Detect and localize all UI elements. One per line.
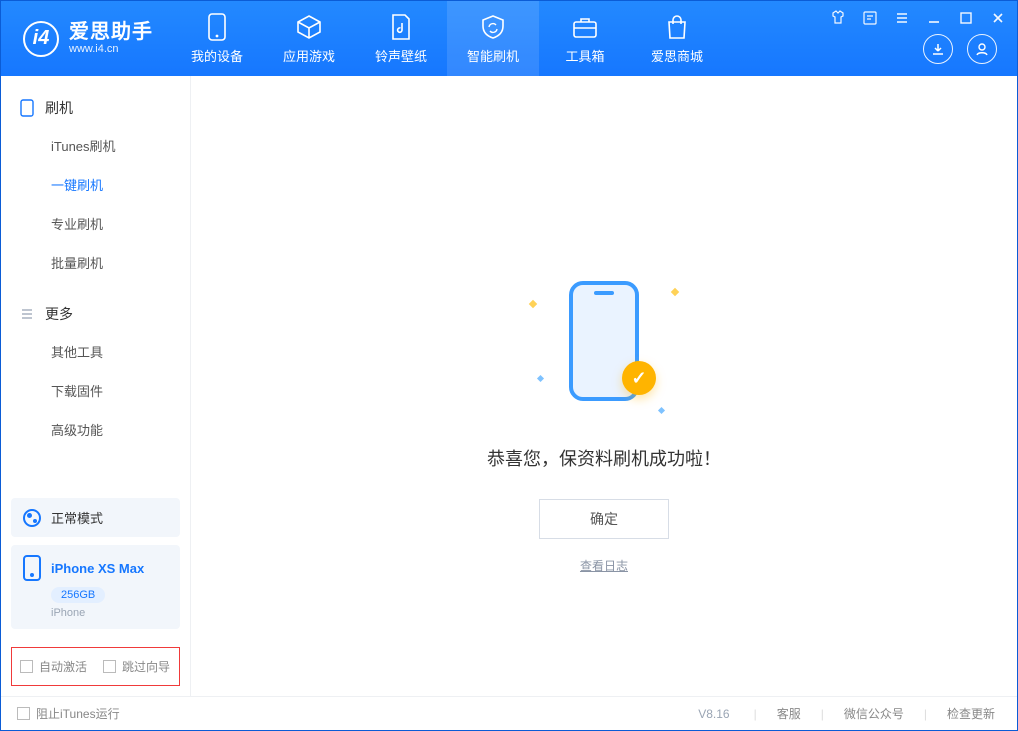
footer: 阻止iTunes运行 V8.16 | 客服 | 微信公众号 | 检查更新 [1,696,1017,730]
tab-store[interactable]: 爱思商城 [631,1,723,76]
wechat-link[interactable]: 微信公众号 [838,705,910,722]
success-illustration: ✓ [524,261,684,421]
tab-label: 应用游戏 [283,46,335,65]
sidebar: 刷机 iTunes刷机 一键刷机 专业刷机 批量刷机 更多 其他工具 下载固件 … [1,76,191,696]
ok-button[interactable]: 确定 [539,499,669,539]
phone-icon [202,12,232,42]
sidebar-item-download-firmware[interactable]: 下载固件 [1,371,190,410]
mode-label: 正常模式 [51,508,103,527]
view-log-link[interactable]: 查看日志 [580,557,628,574]
checkbox-label: 阻止iTunes运行 [36,705,120,722]
cube-icon [294,12,324,42]
skip-guide-checkbox[interactable]: 跳过向导 [103,658,170,675]
brand-subtitle: www.i4.cn [69,43,153,55]
checkbox-icon [20,660,33,673]
sidebar-item-other-tools[interactable]: 其他工具 [1,332,190,371]
app-window: i4 爱思助手 www.i4.cn 我的设备 应用游戏 铃声壁纸 智能刷机 [0,0,1018,731]
brand-logo-icon: i4 [23,21,59,57]
sparkle-icon [529,300,537,308]
auto-activate-checkbox[interactable]: 自动激活 [20,658,87,675]
flash-options-highlight: 自动激活 跳过向导 [11,647,180,686]
tab-smart-flash[interactable]: 智能刷机 [447,1,539,76]
titlebar: i4 爱思助手 www.i4.cn 我的设备 应用游戏 铃声壁纸 智能刷机 [1,1,1017,76]
device-icon [23,555,41,581]
body: 刷机 iTunes刷机 一键刷机 专业刷机 批量刷机 更多 其他工具 下载固件 … [1,76,1017,696]
tab-toolbox[interactable]: 工具箱 [539,1,631,76]
bag-icon [662,12,692,42]
checkbox-icon [103,660,116,673]
feedback-icon[interactable] [859,7,881,29]
checkbox-label: 跳过向导 [122,658,170,675]
sidebar-group-label: 更多 [45,304,73,324]
check-update-link[interactable]: 检查更新 [941,705,1001,722]
refresh-shield-icon [478,12,508,42]
checkbox-icon [17,707,30,720]
device-capacity: 256GB [51,587,105,603]
minimize-button[interactable] [923,7,945,29]
tab-label: 工具箱 [565,46,604,65]
sidebar-item-pro-flash[interactable]: 专业刷机 [1,204,190,243]
mode-icon [23,509,41,527]
sidebar-item-advanced[interactable]: 高级功能 [1,410,190,449]
sparkle-icon [671,288,679,296]
skin-icon[interactable] [827,7,849,29]
list-icon [19,306,35,322]
device-type: iPhone [51,607,168,619]
phone-outline-icon [19,100,35,116]
tab-label: 我的设备 [191,46,243,65]
tab-label: 铃声壁纸 [375,46,427,65]
tab-label: 爱思商城 [651,46,703,65]
block-itunes-checkbox[interactable]: 阻止iTunes运行 [17,705,120,722]
close-button[interactable] [987,7,1009,29]
titlebar-action-circles [923,34,997,64]
brand: i4 爱思助手 www.i4.cn [1,1,171,76]
account-button[interactable] [967,34,997,64]
sidebar-group-more: 更多 [1,296,190,332]
sidebar-item-oneclick-flash[interactable]: 一键刷机 [1,165,190,204]
tab-ringtones[interactable]: 铃声壁纸 [355,1,447,76]
support-link[interactable]: 客服 [771,705,807,722]
check-badge-icon: ✓ [622,361,656,395]
menu-icon[interactable] [891,7,913,29]
sparkle-icon [537,375,544,382]
brand-title: 爱思助手 [69,21,153,43]
download-manager-button[interactable] [923,34,953,64]
maximize-button[interactable] [955,7,977,29]
sidebar-item-itunes-flash[interactable]: iTunes刷机 [1,126,190,165]
status-cards: 正常模式 iPhone XS Max 256GB iPhone [1,488,190,639]
nav-tabs: 我的设备 应用游戏 铃声壁纸 智能刷机 工具箱 爱思商城 [171,1,723,76]
device-card[interactable]: iPhone XS Max 256GB iPhone [11,545,180,629]
main-content: ✓ 恭喜您，保资料刷机成功啦！ 确定 查看日志 [191,76,1017,696]
briefcase-icon [570,12,600,42]
mode-card[interactable]: 正常模式 [11,498,180,537]
version-label: V8.16 [698,707,729,721]
checkbox-label: 自动激活 [39,658,87,675]
sidebar-group-flash: 刷机 [1,90,190,126]
sidebar-item-batch-flash[interactable]: 批量刷机 [1,243,190,282]
sidebar-group-label: 刷机 [45,98,73,118]
tab-label: 智能刷机 [467,46,519,65]
window-controls [827,7,1009,29]
tab-apps[interactable]: 应用游戏 [263,1,355,76]
success-message: 恭喜您，保资料刷机成功啦！ [487,445,721,471]
device-name: iPhone XS Max [51,561,144,576]
tab-my-device[interactable]: 我的设备 [171,1,263,76]
music-file-icon [386,12,416,42]
sparkle-icon [658,407,665,414]
